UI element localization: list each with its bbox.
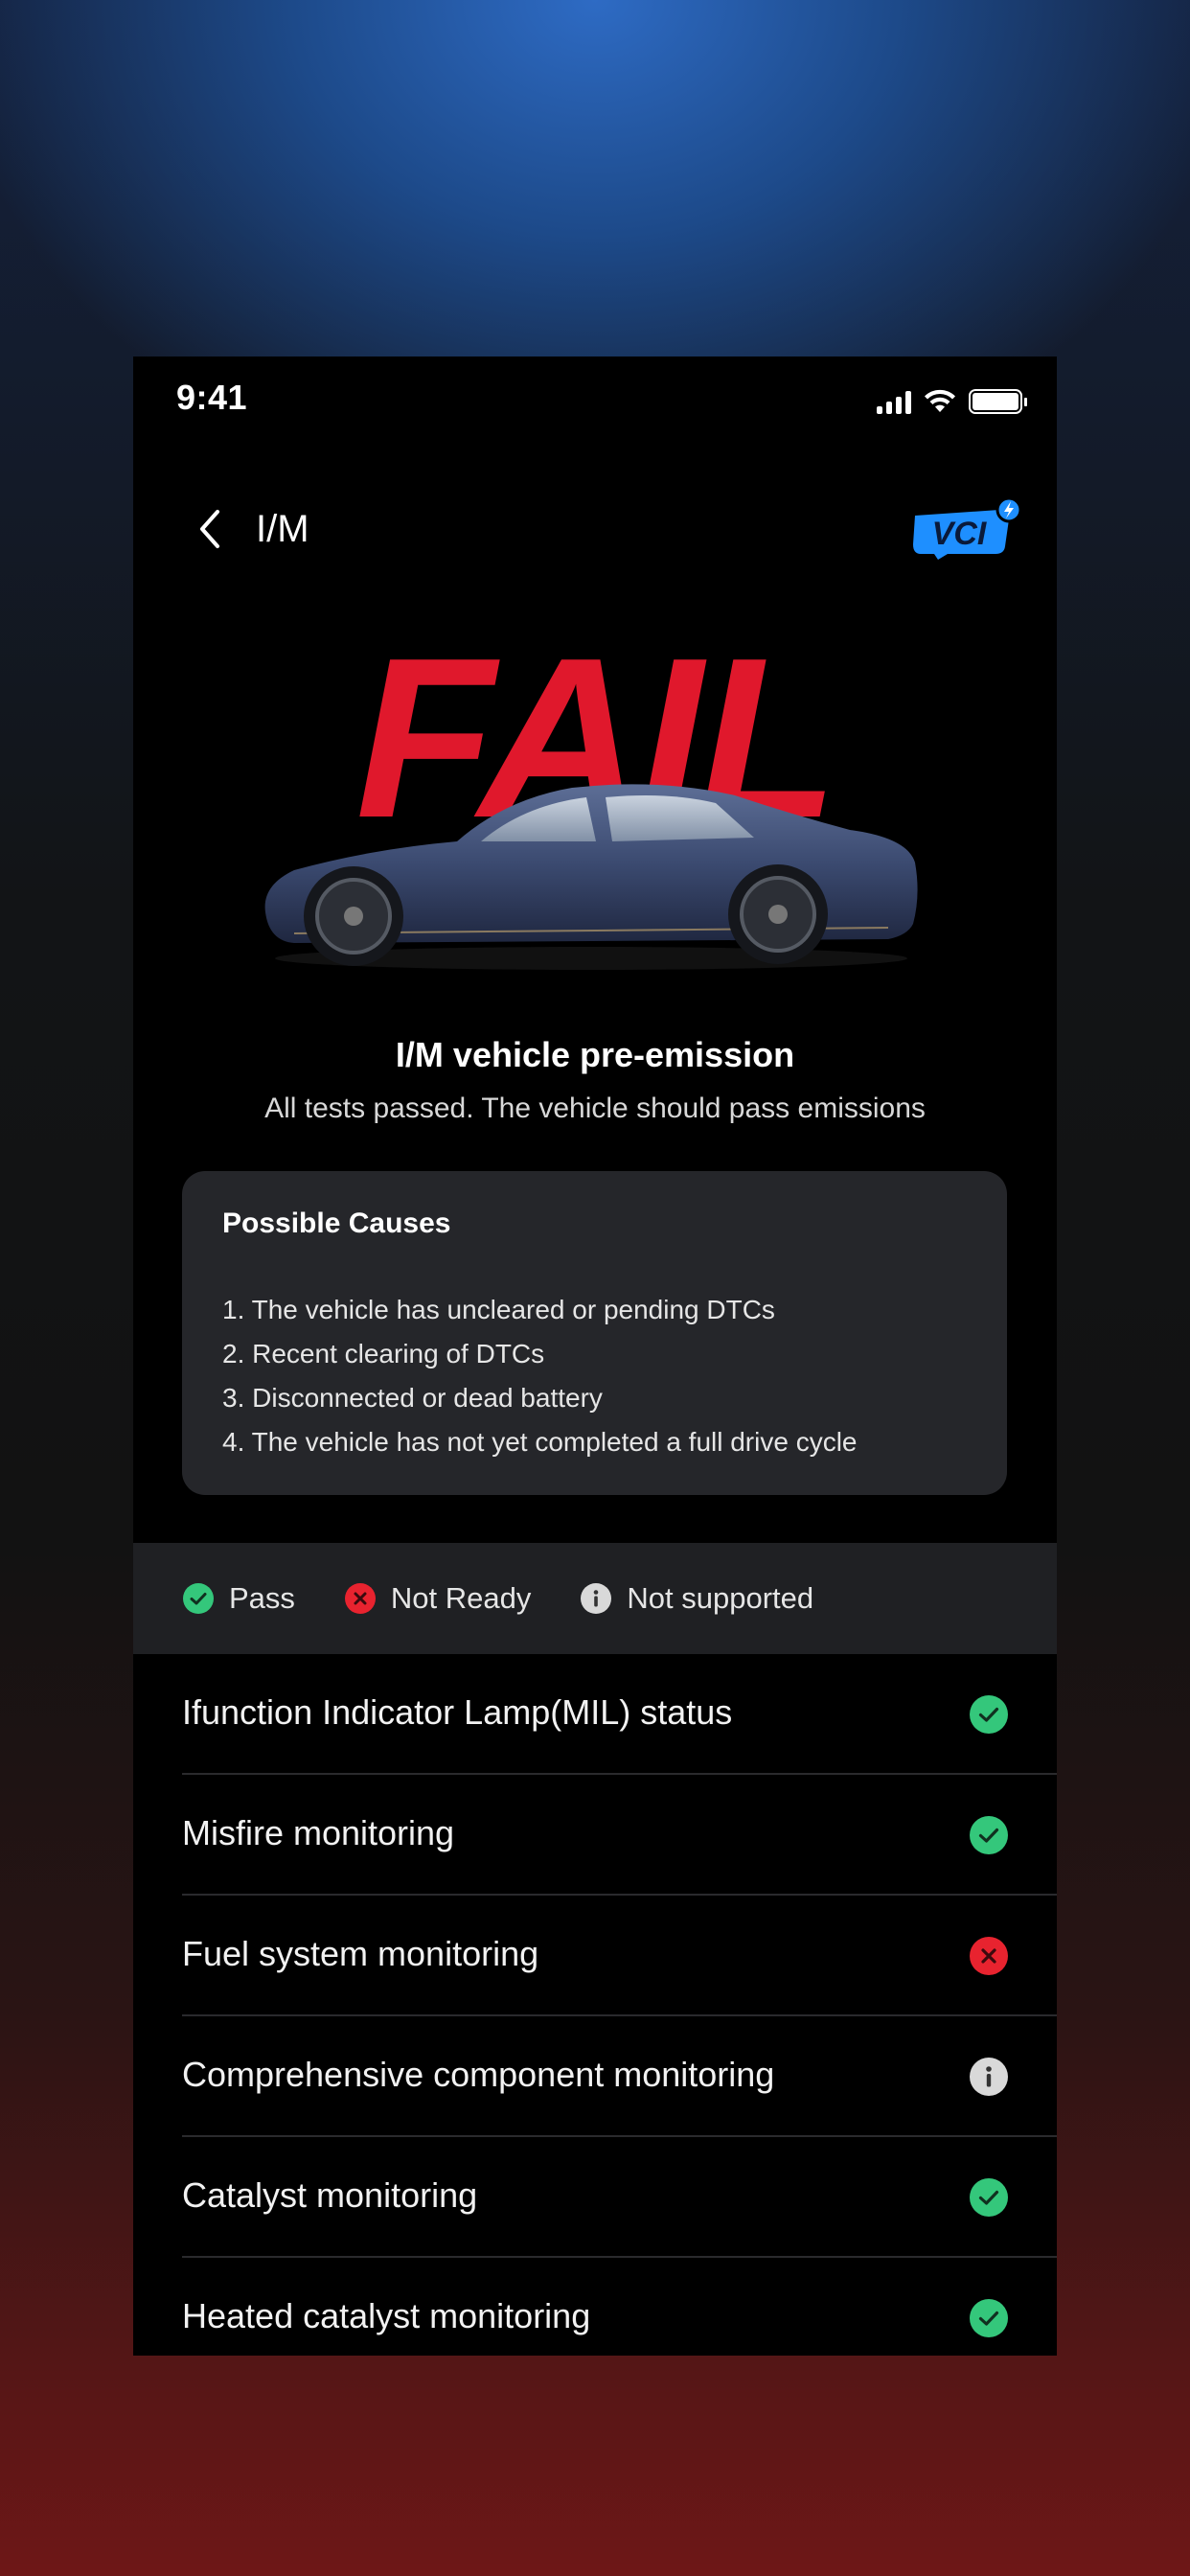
pass-check-icon [970,1816,1008,1854]
status-icons [877,389,1027,414]
legend-not-ready: Not Ready [344,1581,532,1616]
vci-connection-icon[interactable]: VCI [909,496,1022,562]
monitor-row[interactable]: Fuel system monitoring [182,1896,1057,2016]
monitor-label: Catalyst monitoring [182,2175,478,2215]
status-legend: Pass Not Ready Not supported [133,1543,1057,1654]
not-supported-info-icon [581,1583,612,1614]
pass-check-icon [970,1695,1008,1734]
monitor-label: Heated catalyst monitoring [182,2296,591,2335]
monitor-label: Ifunction Indicator Lamp(MIL) status [182,1692,733,1732]
pass-check-icon [970,2299,1008,2337]
legend-not-ready-label: Not Ready [390,1581,532,1615]
monitor-row[interactable]: Misfire monitoring [182,1775,1057,1896]
pass-check-icon [183,1583,214,1614]
test-headline: I/M vehicle pre-emission [395,1035,795,1074]
not-ready-x-icon [970,1937,1008,1975]
signal-icon [877,391,911,414]
cause-item: 3. Disconnected or dead battery [222,1383,603,1413]
test-subline: All tests passed. The vehicle should pas… [264,1092,926,1124]
monitor-row[interactable]: Comprehensive component monitoring [182,2016,1057,2137]
monitor-label: Fuel system monitoring [182,1934,539,1973]
monitor-row[interactable]: Ifunction Indicator Lamp(MIL) status [182,1654,1057,1775]
monitor-list: Ifunction Indicator Lamp(MIL) status Mis… [133,1654,1057,2356]
vci-logo-text: VCI [932,516,988,552]
cause-item: 4. The vehicle has not yet completed a f… [222,1427,858,1457]
cause-item: 2. Recent clearing of DTCs [222,1339,545,1368]
battery-icon [969,389,1027,414]
monitor-row[interactable]: Catalyst monitoring [182,2137,1057,2258]
legend-pass-label: Pass [229,1581,295,1615]
vehicle-image [264,784,918,970]
pass-check-icon [970,2178,1008,2217]
not-supported-info-icon [970,2058,1008,2096]
legend-pass: Pass [183,1581,295,1616]
monitor-label: Misfire monitoring [182,1813,455,1852]
legend-not-supported-label: Not supported [627,1581,814,1615]
legend-not-supported: Not supported [581,1581,813,1616]
status-time: 9:41 [176,378,248,417]
causes-title: Possible Causes [222,1208,451,1239]
not-ready-x-icon [344,1583,376,1614]
phone-screen: 9:41 I/M VCI FAIL I/M vehicle pre-emissi… [133,356,1057,2356]
wifi-icon [925,389,955,412]
back-chevron-icon[interactable] [191,506,229,552]
page-title: I/M [256,508,309,550]
nav-bar: I/M VCI [133,491,1057,567]
monitor-row[interactable]: Heated catalyst monitoring [182,2258,1057,2356]
cause-item: 1. The vehicle has uncleared or pending … [222,1295,775,1324]
possible-causes-card: Possible Causes 1. The vehicle has uncle… [182,1171,1007,1495]
monitor-label: Comprehensive component monitoring [182,2055,775,2094]
